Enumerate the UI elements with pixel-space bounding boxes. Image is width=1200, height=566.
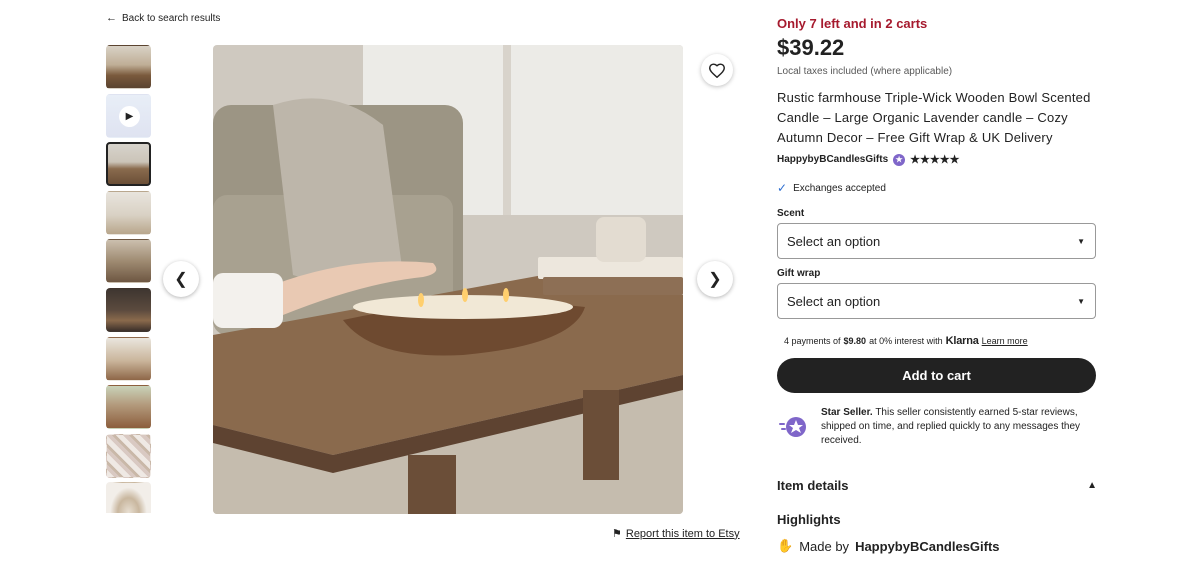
star-seller-text: Star Seller. This seller consistently ea…	[821, 406, 1097, 448]
thumbnail-8[interactable]	[106, 385, 151, 430]
thumbnail-strip: ▶	[106, 45, 151, 513]
chevron-up-icon: ▲	[1087, 480, 1097, 491]
play-icon: ▶	[119, 105, 140, 127]
report-item-link[interactable]: ⚑ Report this item to Etsy	[612, 527, 740, 541]
gift-wrap-label: Gift wrap	[777, 268, 821, 279]
gift-wrap-select[interactable]: Select an option ▼	[777, 283, 1096, 319]
caret-down-icon: ▼	[1077, 236, 1085, 246]
star-seller-badge-icon: ★	[893, 153, 906, 166]
arrow-left-icon: ←	[106, 12, 117, 24]
highlights-heading: Highlights	[777, 512, 841, 527]
star-seller-title: Star Seller.	[821, 407, 873, 418]
scent-select-value: Select an option	[787, 233, 881, 249]
thumbnail-3-selected[interactable]	[106, 142, 151, 187]
shop-line: HappybyBCandlesGifts ★ ★★★★★	[777, 153, 959, 166]
star-seller-icon	[777, 410, 811, 444]
shop-name-link[interactable]: HappybyBCandlesGifts	[777, 154, 888, 165]
item-details-label: Item details	[777, 478, 849, 493]
thumbnail-7[interactable]	[106, 336, 151, 381]
caret-down-icon: ▼	[1077, 296, 1085, 306]
price: $39.22	[777, 35, 845, 60]
chevron-right-icon: ❯	[708, 271, 722, 288]
scent-select[interactable]: Select an option ▼	[777, 223, 1096, 259]
scent-label: Scent	[777, 208, 805, 219]
add-to-cart-button[interactable]: Add to cart	[777, 358, 1096, 393]
listing-title: Rustic farmhouse Triple-Wick Wooden Bowl…	[777, 90, 1091, 145]
exchanges-label: Exchanges accepted	[793, 182, 886, 194]
gift-wrap-select-value: Select an option	[787, 293, 881, 309]
chevron-left-icon: ❮	[174, 271, 188, 288]
stock-alert: Only 7 left and in 2 carts	[777, 16, 928, 31]
klarna-amount: $9.80	[843, 336, 867, 346]
checkmark-icon: ✓	[777, 181, 788, 195]
made-by-shop-link[interactable]: HappybyBCandlesGifts	[855, 539, 999, 554]
favorite-button[interactable]	[701, 54, 733, 86]
thumbnail-video[interactable]: ▶	[106, 93, 151, 138]
star-seller-info: Star Seller. This seller consistently ea…	[777, 406, 1097, 448]
main-product-image	[213, 45, 683, 514]
back-to-search-link[interactable]: ← Back to search results	[106, 12, 221, 25]
previous-image-button[interactable]: ❮	[163, 261, 199, 297]
thumbnail-6[interactable]	[106, 287, 151, 332]
klarna-logo: Klarna	[945, 335, 979, 347]
taxes-note: Local taxes included (where applicable)	[777, 66, 953, 77]
klarna-installments: 4 payments of $9.80 at 0% interest with …	[784, 335, 1028, 347]
hand-icon: ✋	[777, 538, 794, 553]
next-image-button[interactable]: ❯	[697, 261, 733, 297]
heart-icon	[708, 63, 726, 78]
thumbnail-10[interactable]	[106, 482, 151, 513]
item-details-toggle[interactable]: Item details ▲	[777, 478, 1097, 493]
klarna-middle: at 0% interest with	[869, 336, 943, 346]
thumbnail-9[interactable]	[106, 433, 151, 478]
thumbnail-5[interactable]	[106, 239, 151, 284]
klarna-prefix: 4 payments of	[784, 336, 841, 346]
made-by-prefix: Made by	[799, 538, 850, 554]
report-item-label: Report this item to Etsy	[625, 527, 740, 540]
rating-stars[interactable]: ★★★★★	[910, 153, 959, 166]
back-link-label: Back to search results	[122, 13, 221, 24]
thumbnail-1[interactable]	[106, 45, 151, 89]
klarna-learn-more-link[interactable]: Learn more	[982, 336, 1028, 346]
made-by-line: ✋ Made by HappybyBCandlesGifts	[777, 538, 1000, 554]
thumbnail-4[interactable]	[106, 190, 151, 235]
exchanges-accepted: ✓ Exchanges accepted	[777, 181, 886, 195]
flag-icon: ⚑	[612, 528, 622, 540]
